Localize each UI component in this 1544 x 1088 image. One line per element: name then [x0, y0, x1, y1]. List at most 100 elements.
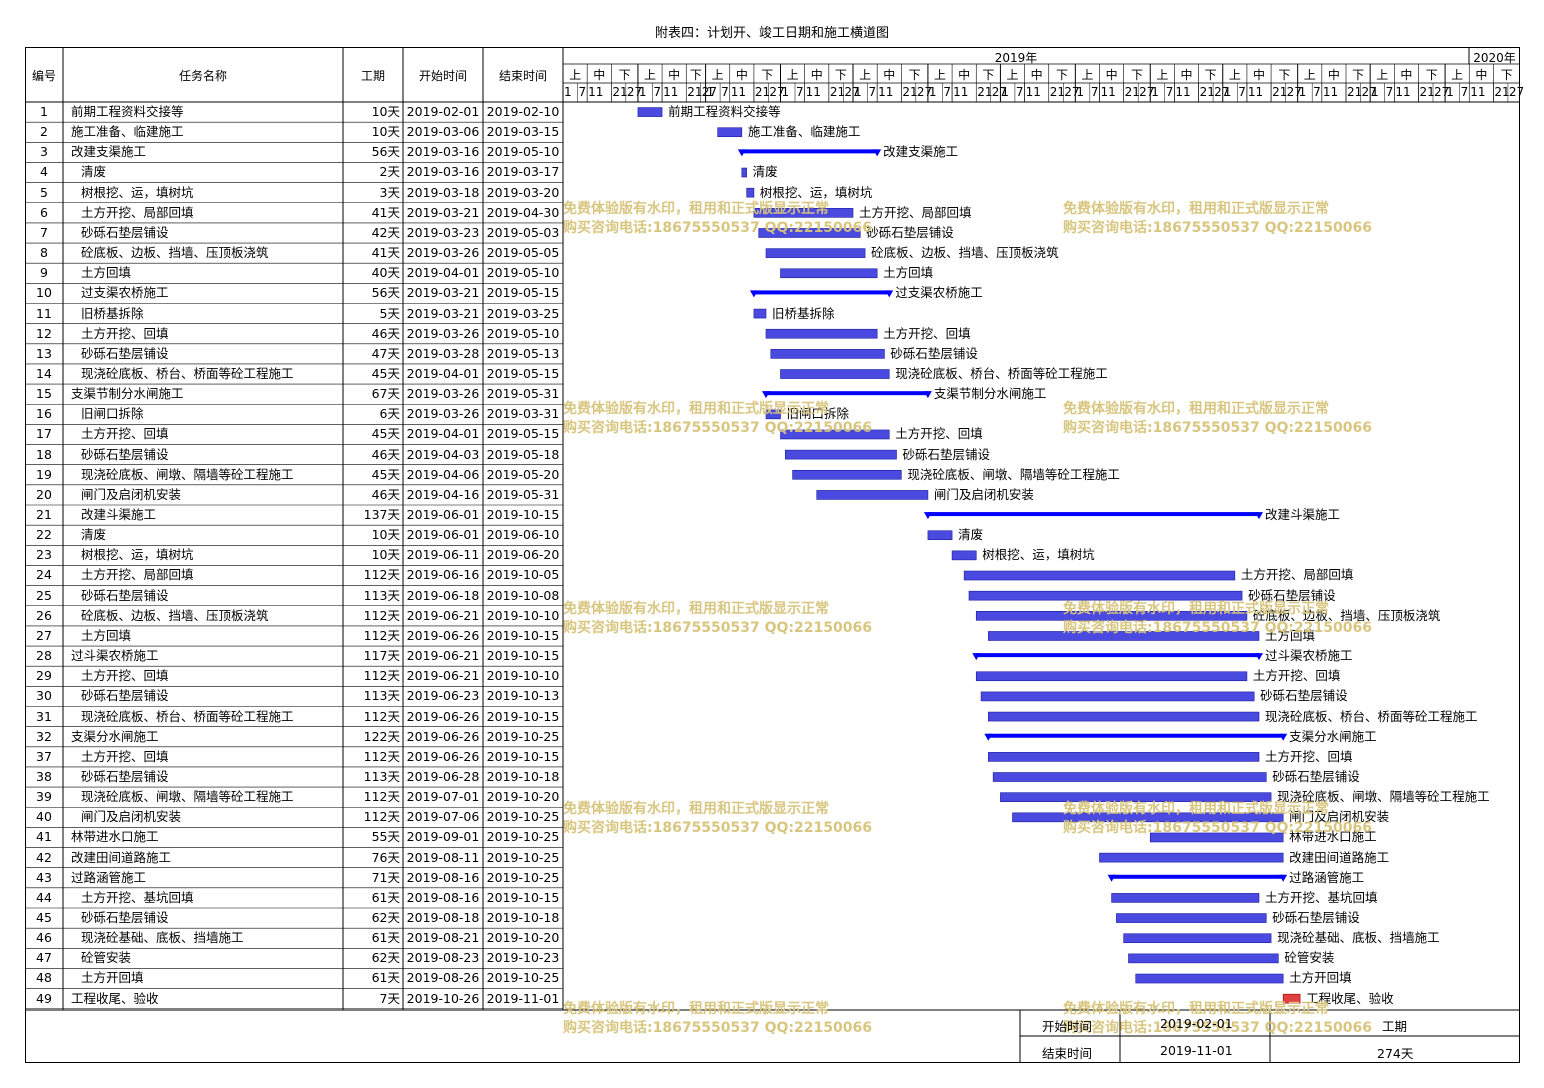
task-bar	[770, 349, 885, 359]
task-start: 2019-03-18	[406, 184, 480, 200]
task-bar	[968, 590, 1243, 601]
timescale-part: 下	[618, 68, 631, 82]
task-number: 5	[40, 184, 48, 200]
task-end: 2019-10-10	[486, 607, 560, 623]
bar-label: 清废	[752, 164, 778, 180]
timescale-part: 中	[1327, 68, 1340, 82]
task-end: 2019-05-31	[486, 486, 560, 502]
task-bar	[951, 550, 977, 561]
task-duration: 61天	[371, 970, 400, 986]
task-name: 土方开挖、基坑回填	[81, 889, 194, 905]
task-number: 20	[36, 486, 52, 502]
watermark: 免费体验版有水印，租用和正式版显示正常 购买咨询电话:18675550537 QQ…	[563, 1001, 872, 1036]
task-name: 前期工程资料交接等	[71, 104, 184, 119]
task-start: 2019-04-03	[406, 446, 480, 462]
task-duration: 10天	[371, 104, 400, 119]
task-start: 2019-09-01	[406, 829, 480, 845]
summary-bar	[766, 391, 928, 396]
day-tick-label: 21	[687, 85, 703, 99]
task-end: 2019-05-15	[486, 365, 560, 381]
task-bar	[816, 490, 929, 500]
summary-end-label: 结束时间	[1042, 1046, 1093, 1061]
timescale-part: 中	[1180, 68, 1193, 82]
task-end: 2019-10-08	[486, 587, 560, 603]
header-no: 编号	[31, 69, 56, 83]
task-start: 2019-03-16	[406, 144, 480, 160]
bar-label: 改建田间道路施工	[1289, 849, 1390, 865]
task-name: 支渠节制分水闸施工	[71, 386, 184, 402]
task-end: 2019-10-18	[486, 910, 560, 925]
day-tick-label: 7	[1313, 85, 1321, 99]
task-end: 2019-10-15	[486, 648, 560, 664]
task-start: 2019-06-28	[406, 768, 480, 784]
bar-label: 闸门及启闭机安装	[933, 486, 1034, 502]
timescale-part: 下	[1278, 68, 1291, 82]
bar-label: 现浇砼底板、桥台、桥面等砼工程施工	[895, 365, 1108, 381]
timescale-part: 中	[668, 68, 681, 82]
task-number: 19	[36, 466, 52, 482]
bar-label: 砂砾石垫层铺设	[1272, 910, 1360, 925]
task-number: 32	[36, 728, 52, 744]
header-start: 开始时间	[418, 69, 467, 83]
timescale-part: 下	[1056, 68, 1069, 82]
bar-label: 前期工程资料交接等	[668, 104, 781, 119]
day-tick-label: 7	[1385, 85, 1394, 99]
timescale-part: 下	[1130, 68, 1143, 82]
timescale-part: 中	[883, 68, 896, 82]
task-duration: 7天	[379, 990, 400, 1006]
bar-label: 支渠节制分水闸施工	[933, 386, 1047, 402]
summary-start-label: 开始时间	[1042, 1019, 1093, 1034]
task-name: 土方开挖、局部回填	[81, 204, 194, 220]
task-name: 现浇砼底板、桥台、桥面等砼工程施工	[81, 365, 294, 381]
timescale-part: 下	[908, 68, 921, 82]
bar-label: 土方开挖、回填	[883, 325, 971, 341]
task-end: 2019-05-31	[486, 386, 560, 402]
summary-bar	[988, 733, 1284, 738]
day-tick-label: 1	[1223, 85, 1232, 99]
task-bar	[1135, 973, 1284, 984]
bar-label: 现浇砼底板、闸墩、隔墙等砼工程施工	[907, 466, 1120, 482]
summary-duration-label: 工期	[1382, 1019, 1408, 1034]
task-number: 18	[36, 446, 52, 462]
task-name: 砂砾石垫层铺设	[81, 910, 169, 925]
bar-label: 树根挖、运，填树坑	[982, 547, 1095, 563]
task-number: 46	[36, 930, 52, 946]
day-tick-label: 7	[1460, 85, 1469, 99]
task-number: 39	[36, 789, 52, 805]
bar-label: 过斗渠农桥施工	[1265, 648, 1353, 664]
task-end: 2019-10-15	[486, 627, 560, 643]
task-start: 2019-06-11	[406, 547, 480, 563]
task-bar	[927, 530, 953, 541]
task-name: 现浇砼基础、底板、挡墙施工	[81, 930, 244, 946]
bar-label: 土方开回填	[1289, 970, 1352, 986]
task-bar	[785, 449, 897, 460]
task-duration: 112天	[363, 809, 400, 825]
task-bar	[963, 570, 1236, 581]
task-duration: 137天	[363, 507, 400, 522]
task-start: 2019-06-21	[406, 668, 480, 684]
task-end: 2019-10-10	[486, 668, 560, 684]
day-tick-label: 11	[805, 85, 821, 99]
task-duration: 112天	[363, 567, 400, 583]
task-name: 树根挖、运，填树坑	[81, 184, 194, 200]
task-name: 土方开挖、回填	[81, 426, 169, 442]
task-bar	[765, 328, 878, 339]
day-tick-label: 21	[1124, 85, 1140, 99]
timescale-part: 上	[1228, 68, 1241, 82]
task-number: 44	[36, 889, 52, 905]
task-duration: 45天	[371, 466, 400, 482]
task-number: 16	[36, 406, 52, 422]
task-end: 2019-10-15	[486, 889, 560, 905]
day-tick-label: 11	[878, 85, 894, 99]
day-tick-label: 21	[754, 85, 771, 99]
task-bar	[780, 268, 878, 279]
task-duration: 76天	[371, 849, 400, 865]
task-number: 13	[36, 345, 52, 361]
task-end: 2019-10-23	[486, 950, 560, 966]
task-number: 31	[36, 708, 52, 724]
task-end: 2019-05-10	[486, 265, 560, 281]
task-duration: 112天	[363, 668, 400, 684]
day-tick-label: 1	[1298, 85, 1307, 99]
task-end: 2019-10-15	[486, 507, 560, 522]
task-number: 2	[40, 124, 48, 140]
